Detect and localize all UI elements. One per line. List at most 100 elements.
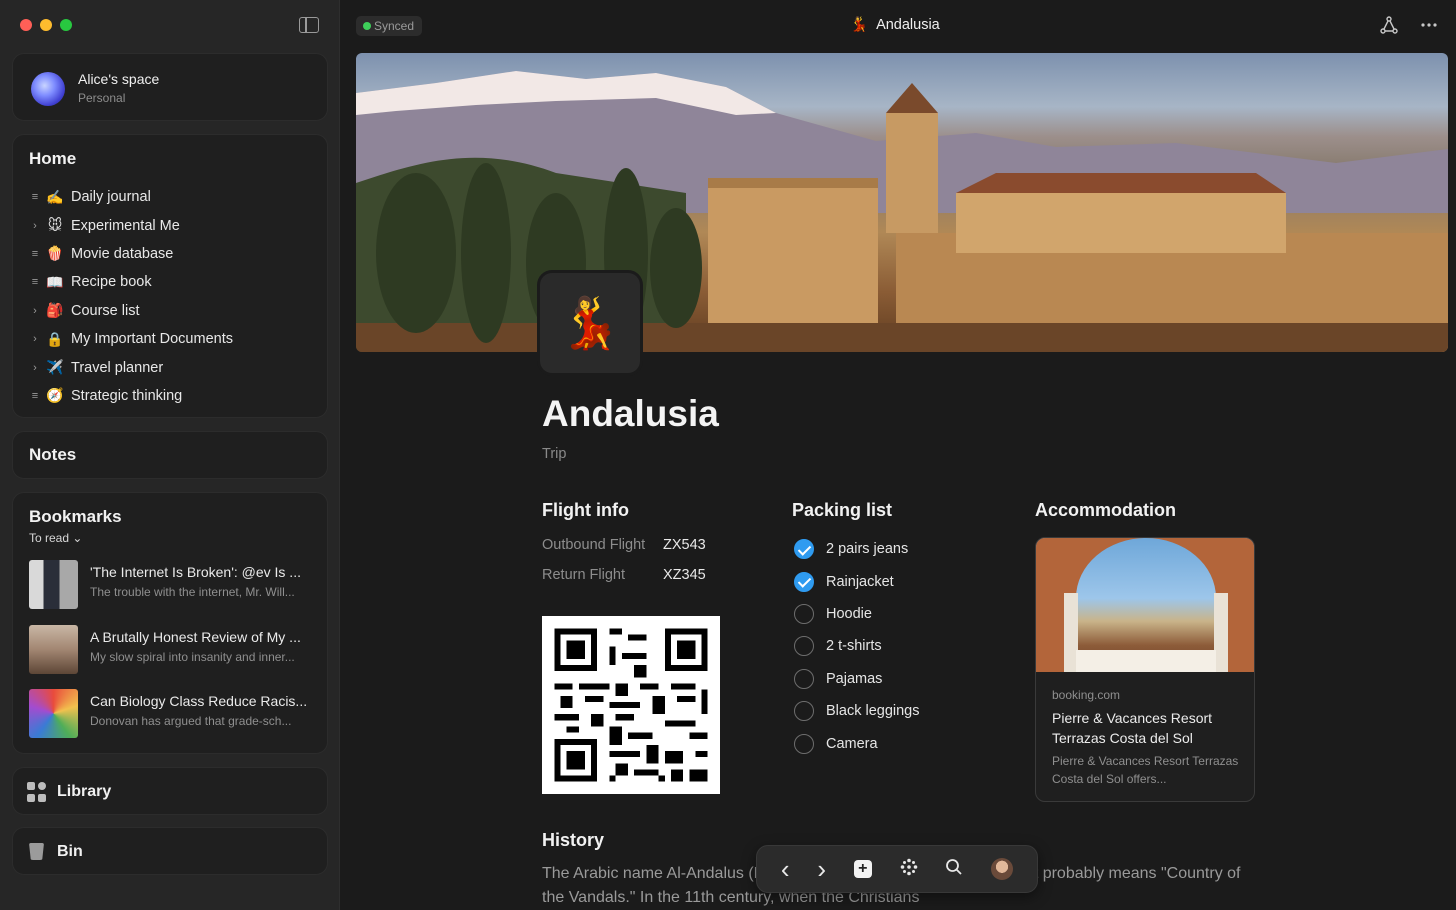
more-options-icon[interactable] [1420, 16, 1438, 38]
accommodation-title: Pierre & Vacances Resort Terrazas Costa … [1052, 710, 1213, 746]
checkbox-checked[interactable] [794, 539, 814, 560]
cover-image[interactable] [356, 53, 1448, 352]
home-item-label: Recipe book [71, 274, 152, 291]
flight-value[interactable]: ZX543 [663, 537, 706, 553]
packing-item-label[interactable]: Camera [826, 736, 878, 752]
notes-widget[interactable]: Notes [12, 431, 328, 479]
add-icon[interactable]: + [853, 860, 872, 878]
compass-icon: 🧭 [46, 387, 64, 404]
back-arrow-icon[interactable]: ‹ [781, 854, 790, 885]
open-book-icon: 📖 [46, 273, 64, 290]
packing-item-label[interactable]: 2 pairs jeans [826, 541, 908, 557]
packing-item-label[interactable]: Black leggings [826, 703, 920, 719]
flight-label: Outbound Flight [542, 537, 646, 553]
graph-dots-icon[interactable] [900, 858, 918, 881]
home-item-label: Experimental Me [71, 217, 180, 234]
checkbox-unchecked[interactable] [794, 603, 814, 624]
packing-item: Black leggings [794, 695, 920, 727]
list-icon: ≡ [31, 276, 39, 289]
bookmarks-filter-dropdown[interactable]: To read ⌄ [29, 531, 82, 545]
checkbox-unchecked[interactable] [794, 636, 814, 657]
checkbox-checked[interactable] [794, 571, 814, 592]
bookmark-item[interactable]: A Brutally Honest Review of My ... My sl… [29, 625, 319, 675]
chevron-right-icon[interactable]: › [27, 305, 43, 317]
space-name: Alice's space [78, 71, 160, 87]
home-item-movie-database[interactable]: ≡ 🍿 Movie database [27, 240, 233, 268]
home-item-recipe-book[interactable]: ≡ 📖 Recipe book [27, 268, 233, 296]
airplane-icon: ✈️ [46, 359, 64, 376]
bookmark-item[interactable]: 'The Internet Is Broken': @ev Is ... The… [29, 560, 319, 610]
qr-code-image[interactable] [542, 616, 720, 794]
page-title[interactable]: Andalusia [542, 393, 719, 435]
bookmarks-title[interactable]: Bookmarks [29, 507, 122, 527]
writing-hand-icon: ✍️ [46, 188, 64, 205]
bin-label: Bin [57, 843, 83, 860]
library-row: Library [27, 782, 111, 802]
home-list: ≡ ✍️ Daily journal › 🐭 Experimental Me ≡ 🍿 Mov… [27, 183, 233, 410]
home-item-label: Daily journal [71, 189, 151, 206]
flight-row-outbound: Outbound Flight ZX543 [542, 537, 706, 553]
chevron-right-icon[interactable]: › [27, 333, 43, 345]
accommodation-desc: Pierre & Vacances Resort Terrazas Costa … [1052, 754, 1239, 786]
checkbox-unchecked[interactable] [794, 733, 814, 754]
home-item-label: Course list [71, 302, 140, 319]
page-emoji-icon[interactable]: 💃 [540, 273, 640, 373]
packing-item-label[interactable]: Rainjacket [826, 574, 894, 590]
home-item-course-list[interactable]: › 🎒 Course list [27, 297, 233, 325]
bookmark-item[interactable]: Can Biology Class Reduce Racis... Donova… [29, 689, 319, 739]
home-title[interactable]: Home [29, 149, 76, 169]
home-item-daily-journal[interactable]: ≡ ✍️ Daily journal [27, 183, 233, 211]
bookmark-title: Can Biology Class Reduce Racis... [90, 693, 308, 709]
graph-icon[interactable] [1380, 16, 1398, 38]
home-item-travel-planner[interactable]: › ✈️ Travel planner [27, 353, 233, 381]
home-widget: Home ≡ ✍️ Daily journal › 🐭 Experimental Me … [12, 134, 328, 418]
close-window-button[interactable] [20, 19, 32, 31]
packing-item-label[interactable]: Pajamas [826, 671, 882, 687]
bookmark-desc: My slow spiral into insanity and inner..… [90, 650, 295, 664]
accommodation-link-card[interactable]: booking.com Pierre & Vacances Resort Ter… [1035, 537, 1255, 802]
home-item-label: Travel planner [71, 359, 164, 376]
checkbox-unchecked[interactable] [794, 701, 814, 722]
forward-arrow-icon[interactable]: › [817, 854, 826, 885]
minimize-window-button[interactable] [40, 19, 52, 31]
chevron-right-icon[interactable]: › [27, 362, 43, 374]
packing-item: 2 t-shirts [794, 630, 920, 662]
bookmark-title: A Brutally Honest Review of My ... [90, 629, 301, 645]
mouse-icon: 🐭 [47, 217, 63, 234]
sidebar-toggle-icon[interactable] [299, 17, 319, 33]
accommodation-image [1036, 538, 1254, 672]
bookmark-desc: Donovan has argued that grade-sch... [90, 714, 292, 728]
bookmark-thumbnail [29, 625, 78, 674]
page-type-label[interactable]: Trip [542, 446, 566, 462]
trash-icon [27, 842, 47, 862]
notes-title: Notes [29, 445, 77, 464]
user-avatar[interactable] [991, 858, 1014, 880]
packing-list: 2 pairs jeans Rainjacket Hoodie 2 t-shir… [794, 533, 920, 760]
chevron-right-icon[interactable]: › [27, 220, 43, 232]
zoom-window-button[interactable] [60, 19, 72, 31]
packing-item-label[interactable]: 2 t-shirts [826, 638, 882, 654]
library-icon [27, 782, 47, 802]
library-nav[interactable]: Library [12, 767, 328, 815]
home-item-strategic-thinking[interactable]: ≡ 🧭 Strategic thinking [27, 382, 233, 410]
floating-toolbar: ‹ › + [756, 845, 1038, 893]
list-icon: ≡ [31, 389, 39, 402]
packing-item: Camera [794, 727, 920, 759]
packing-item-label[interactable]: Hoodie [826, 606, 872, 622]
library-label: Library [57, 783, 112, 800]
bookmarks-widget: Bookmarks To read ⌄ 'The Internet Is Bro… [12, 492, 328, 754]
flight-value[interactable]: XZ345 [663, 567, 706, 583]
home-item-important-documents[interactable]: › 🔒 My Important Documents [27, 325, 233, 353]
checkbox-unchecked[interactable] [794, 668, 814, 689]
packing-item: Rainjacket [794, 565, 920, 597]
home-item-label: Movie database [71, 245, 174, 262]
sidebar: Alice's space Personal Home ≡ ✍️ Daily jou… [0, 0, 340, 910]
packing-list-heading: Packing list [792, 500, 893, 520]
space-type: Personal [78, 91, 126, 105]
bookmark-title: 'The Internet Is Broken': @ev Is ... [90, 564, 301, 580]
home-item-experimental-me[interactable]: › 🐭 Experimental Me [27, 211, 233, 239]
bin-row: Bin [27, 842, 83, 862]
space-switcher[interactable]: Alice's space Personal [12, 53, 328, 121]
search-icon[interactable] [945, 858, 963, 881]
bin-nav[interactable]: Bin [12, 827, 328, 875]
